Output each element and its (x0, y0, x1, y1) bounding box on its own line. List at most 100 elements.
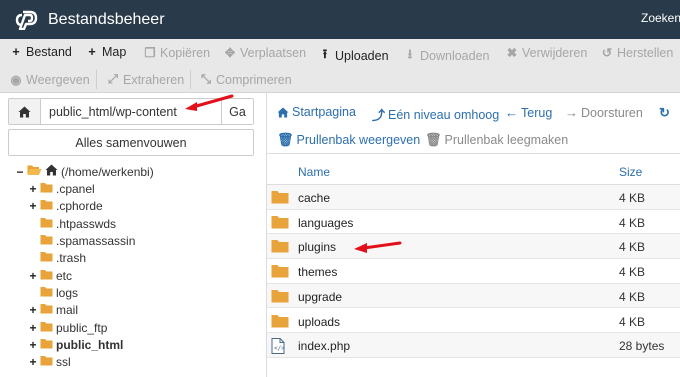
download-icon: ⭳ (407, 47, 413, 61)
tree-item-label: public_html (56, 338, 124, 352)
folder-icon (40, 355, 53, 369)
move-label: Verplaatsen (240, 45, 307, 60)
folder-icon (271, 264, 289, 281)
file-size: 4 KB (619, 240, 646, 255)
tree-item[interactable]: + public_html (29, 337, 123, 354)
compress-label: Comprimeren (216, 72, 292, 87)
tree-item[interactable]: + .cphorde (29, 198, 102, 215)
copy-icon: ❐ (144, 46, 156, 60)
folder-icon (271, 239, 289, 256)
annotation-arrow-path (185, 94, 234, 111)
empty-trash-button[interactable]: 🗑︎ Prullenbak leegmaken (425, 132, 568, 148)
file-name: cache (298, 191, 331, 205)
up-one-level-label: Eén niveau omhoog (388, 107, 500, 122)
home-button[interactable] (9, 99, 41, 124)
file-size: 4 KB (619, 314, 646, 329)
times-icon: ✖ (506, 46, 518, 60)
view-label: Weergeven (26, 72, 90, 87)
table-row[interactable]: upgrade 4 KB (267, 283, 680, 309)
refresh-button[interactable]: ↻ (659, 105, 673, 121)
move-icon: ✥ (224, 46, 236, 60)
file-name: themes (298, 265, 338, 280)
restore-button[interactable]: ↺ Herstellen (601, 45, 674, 61)
new-file-button[interactable]: + Bestand (10, 45, 72, 59)
collapse-toggle-icon[interactable]: − (16, 165, 24, 179)
tree-item[interactable]: + etc (29, 267, 72, 284)
extract-button[interactable]: ⤢ Extraheren (107, 72, 184, 87)
compress-button[interactable]: ⤡ Comprimeren (200, 72, 292, 87)
tree-item[interactable]: .spamassassin (29, 232, 135, 249)
view-trash-button[interactable]: 🗑︎ Prullenbak weergeven (277, 132, 420, 148)
arrow-right-icon: → (565, 105, 578, 120)
plus-icon: + (88, 45, 96, 59)
expand-toggle-icon[interactable]: + (29, 338, 37, 352)
expand-toggle-icon[interactable]: + (29, 321, 37, 335)
new-file-label: Bestand (26, 45, 72, 59)
delete-button[interactable]: ✖ Verwijderen (506, 45, 588, 61)
empty-trash-label: Prullenbak leegmaken (444, 133, 569, 147)
table-row[interactable]: languages 4 KB (267, 210, 680, 235)
tree-item-label: .cpanel (56, 181, 95, 196)
home-icon (45, 164, 58, 179)
file-size: 4 KB (619, 215, 646, 230)
tree-item[interactable]: .htpasswds (29, 215, 116, 232)
home-nav-button[interactable]: Startpagina (277, 105, 356, 119)
expand-toggle-icon[interactable]: + (29, 355, 37, 369)
tree-item-label: .trash (56, 251, 87, 266)
up-one-level-button[interactable]: ⤴ Eén niveau omhoog (372, 105, 499, 124)
download-button[interactable]: ⭳ Downloaden (404, 45, 490, 66)
home-nav-label: Startpagina (292, 105, 356, 119)
table-row[interactable]: </> index.php 28 bytes (267, 333, 680, 358)
new-folder-button[interactable]: + Map (86, 45, 126, 59)
folder-open-icon (27, 164, 42, 179)
folder-icon (40, 269, 53, 283)
tree-item[interactable]: + .cpanel (29, 180, 95, 197)
forward-button[interactable]: → Doorsturen (565, 105, 643, 120)
name-column-header[interactable]: Name (298, 165, 330, 179)
size-column-header[interactable]: Size (619, 165, 642, 179)
tree-item[interactable]: logs (29, 284, 78, 301)
move-button[interactable]: ✥ Verplaatsen (224, 45, 307, 61)
tree-item[interactable]: .trash (29, 250, 86, 267)
upload-button[interactable]: ⭱ Uploaden (319, 45, 389, 66)
eye-icon: ◉ (10, 73, 22, 87)
app-title: Bestandsbeheer (48, 11, 165, 28)
tree-item[interactable]: + ssl (29, 354, 71, 371)
arrow-left-icon: ← (505, 105, 518, 120)
upload-icon: ⭱ (322, 47, 328, 61)
expand-toggle-icon[interactable]: + (29, 182, 37, 196)
top-bar: Bestandsbeheer Zoeken (0, 0, 680, 39)
level-up-icon: ⤴ (372, 108, 386, 123)
file-name: index.php (298, 339, 351, 354)
forward-label: Doorsturen (581, 105, 643, 120)
toolbar-divider (96, 70, 97, 89)
expand-toggle-icon[interactable]: + (29, 269, 37, 283)
folder-icon (40, 234, 53, 248)
table-row[interactable]: themes 4 KB (267, 259, 680, 284)
php-file-icon: </> (271, 338, 285, 357)
toolbar-row-2: ◉ Weergeven ⤢ Extraheren ⤡ Comprimeren (0, 66, 680, 93)
folder-icon (40, 217, 53, 231)
expand-toggle-icon[interactable]: + (29, 303, 37, 317)
tree-item[interactable]: + mail (29, 302, 78, 319)
file-size: 4 KB (619, 191, 646, 205)
table-row[interactable]: cache 4 KB (267, 185, 680, 210)
svg-text:</>: </> (274, 345, 285, 352)
file-name: languages (298, 215, 354, 230)
table-row[interactable]: plugins 4 KB (267, 234, 680, 260)
tree-item-label: ssl (56, 355, 71, 370)
expand-toggle-icon[interactable]: + (29, 199, 37, 213)
table-row[interactable]: uploads 4 KB (267, 309, 680, 334)
search-link[interactable]: Zoeken (641, 11, 680, 25)
tree-item[interactable]: + public_ftp (29, 319, 107, 336)
tree-root[interactable]: − (/home/werkenbi) (16, 163, 154, 180)
back-button[interactable]: ← Terug (505, 105, 552, 120)
collapse-all-button[interactable]: Alles samenvouwen (8, 129, 254, 156)
view-trash-label: Prullenbak weergeven (296, 133, 421, 147)
view-button[interactable]: ◉ Weergeven (10, 72, 90, 88)
copy-button[interactable]: ❐ Kopiëren (144, 45, 210, 61)
folder-icon (271, 289, 289, 306)
folder-icon (271, 314, 289, 331)
folder-icon (40, 303, 53, 317)
compress-icon: ⤡ (200, 72, 211, 86)
